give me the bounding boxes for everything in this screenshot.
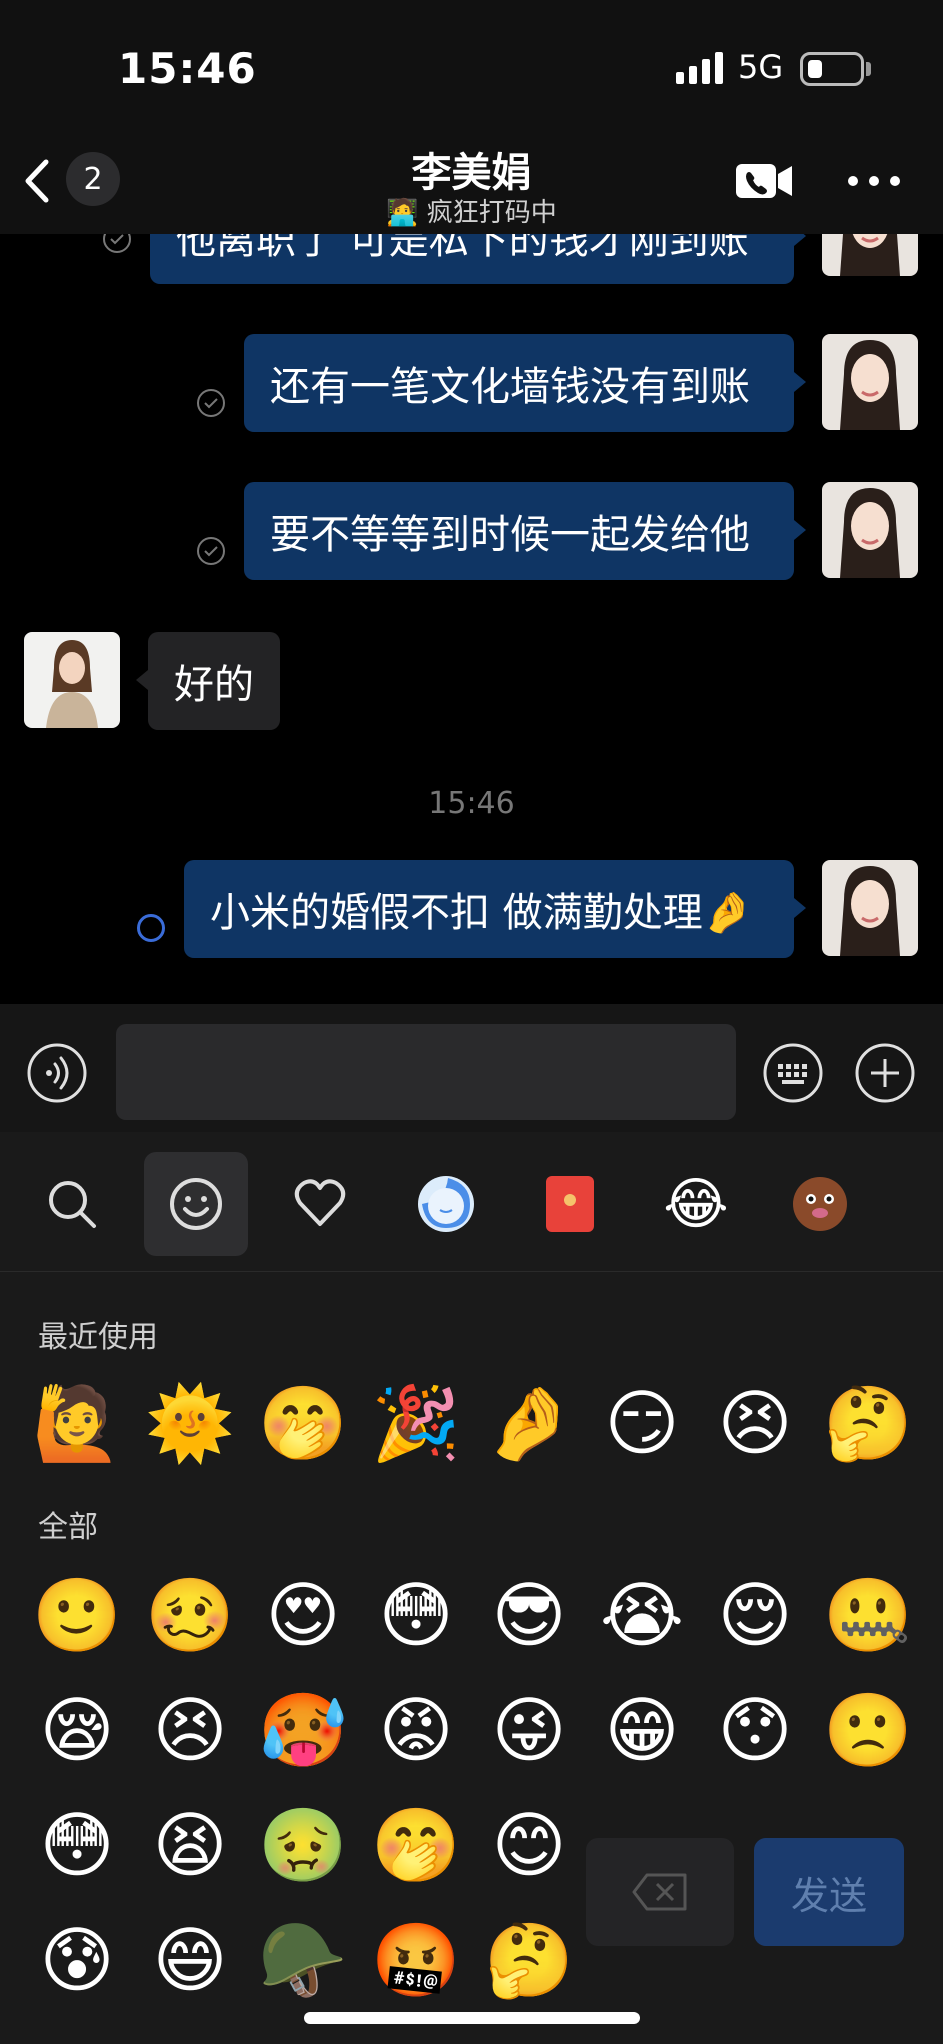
emoji-item[interactable]: 🤔 (484, 1915, 574, 2005)
custom-sticker-tab[interactable] (394, 1152, 498, 1256)
battery-icon (800, 52, 864, 86)
my-avatar[interactable] (822, 234, 918, 276)
emoji-item[interactable]: 😣 (145, 1685, 235, 1775)
laugh-cry-icon: 😂 (663, 1171, 729, 1237)
emoji-item[interactable]: 🤬 (371, 1915, 461, 2005)
emoji-item[interactable]: 🥵 (258, 1685, 348, 1775)
emoji-item[interactable]: 🤭 (258, 1378, 348, 1468)
contact-status: 🧑‍💻 疯狂打码中 (386, 198, 557, 228)
video-call-icon[interactable] (734, 160, 794, 202)
read-check-icon (103, 234, 131, 253)
brown-face-tab[interactable] (768, 1152, 872, 1256)
emoji-item[interactable]: 🤌 (484, 1378, 574, 1468)
brown-face-icon (793, 1177, 847, 1231)
red-packet-icon (546, 1176, 594, 1232)
backspace-icon (632, 1873, 687, 1911)
emoji-item[interactable]: 😭 (597, 1570, 687, 1660)
message-bubble-outgoing[interactable]: 小米的婚假不扣 做满勤处理🤌 (184, 860, 806, 958)
more-options-icon[interactable] (846, 174, 902, 188)
emoji-item[interactable]: 😳 (371, 1570, 461, 1660)
emoji-item[interactable]: 😜 (484, 1685, 574, 1775)
emoji-item[interactable]: 🤔 (823, 1378, 913, 1468)
keyboard-icon[interactable] (762, 1042, 824, 1104)
red-packet-tab[interactable] (518, 1152, 622, 1256)
message-bubble-incoming[interactable]: 好的 (136, 632, 280, 730)
emoji-item[interactable]: 🪖 (258, 1915, 348, 2005)
recent-section-label: 最近使用 (38, 1320, 158, 1355)
chat-header: 2 李美娟 🧑‍💻 疯狂打码中 (0, 130, 943, 234)
voice-input-icon[interactable] (26, 1042, 88, 1104)
status-bar: 15:46 5G (0, 0, 943, 130)
signal-icon (676, 52, 723, 84)
network-label: 5G (738, 48, 784, 86)
heart-icon (294, 1179, 346, 1226)
smile-icon (170, 1178, 222, 1230)
emoji-item[interactable]: 🤢 (258, 1800, 348, 1890)
emoji-item[interactable]: 😊 (484, 1800, 574, 1890)
delete-button[interactable] (586, 1838, 734, 1946)
message-bubble-outgoing[interactable]: 还有一笔文化墙钱没有到账 (244, 334, 806, 432)
my-avatar[interactable] (822, 860, 918, 956)
emoji-item[interactable]: 😪 (32, 1685, 122, 1775)
emoji-item[interactable]: 😣 (710, 1378, 800, 1468)
emoji-item[interactable]: 😯 (710, 1685, 800, 1775)
emoji-item[interactable]: 😄 (145, 1915, 235, 2005)
chat-messages: 他离职了 可是私下的钱才刚到账 还有一笔文化墙钱没有到账 要不等等到时候一起发给… (0, 234, 943, 1004)
home-indicator (304, 2012, 640, 2024)
emoji-smile-tab[interactable] (144, 1152, 248, 1256)
sending-status-icon (137, 914, 165, 942)
emoji-tabs: 😂 (0, 1132, 943, 1272)
emoji-item[interactable]: 🤐 (823, 1570, 913, 1660)
emoji-favorites-tab[interactable] (268, 1152, 372, 1256)
emoji-item[interactable]: 😰 (32, 1915, 122, 2005)
emoji-item[interactable]: 😍 (258, 1570, 348, 1660)
emoji-item[interactable]: 🙁 (823, 1685, 913, 1775)
emoji-item[interactable]: 🙋 (32, 1378, 122, 1468)
emoji-item[interactable]: 😳 (32, 1800, 122, 1890)
laugh-cry-tab[interactable]: 😂 (644, 1152, 748, 1256)
read-check-icon (197, 537, 225, 565)
chat-timestamp: 15:46 (428, 786, 515, 821)
emoji-item[interactable]: 😫 (145, 1800, 235, 1890)
battery-tip (866, 62, 871, 76)
send-button[interactable]: 发送 (754, 1838, 904, 1946)
message-bubble-outgoing[interactable]: 要不等等到时候一起发给他 (244, 482, 806, 580)
emoji-item[interactable]: 🎉 (371, 1378, 461, 1468)
message-input[interactable] (116, 1024, 736, 1120)
my-avatar[interactable] (822, 482, 918, 578)
emoji-item[interactable]: 🌞 (145, 1378, 235, 1468)
message-bubble-outgoing[interactable]: 他离职了 可是私下的钱才刚到账 (150, 234, 806, 284)
emoji-item[interactable]: 🤭 (371, 1800, 461, 1890)
emoji-item[interactable]: 🥴 (145, 1570, 235, 1660)
plus-icon[interactable] (854, 1042, 916, 1104)
emoji-search-tab[interactable] (20, 1152, 124, 1256)
read-check-icon (197, 389, 225, 417)
all-section-label: 全部 (38, 1510, 98, 1545)
contact-name[interactable]: 李美娟 (0, 140, 943, 198)
custom-sticker-icon (418, 1176, 474, 1232)
my-avatar[interactable] (822, 334, 918, 430)
emoji-item[interactable]: 😎 (484, 1570, 574, 1660)
input-bar (0, 1004, 943, 1132)
search-icon (49, 1181, 96, 1228)
emoji-item[interactable]: 😌 (710, 1570, 800, 1660)
emoji-item[interactable]: 🙂 (32, 1570, 122, 1660)
emoji-item[interactable]: 😡 (371, 1685, 461, 1775)
emoji-item[interactable]: 😏 (597, 1378, 687, 1468)
emoji-item[interactable]: 😁 (597, 1685, 687, 1775)
status-time: 15:46 (118, 44, 257, 93)
contact-avatar[interactable] (24, 632, 120, 728)
